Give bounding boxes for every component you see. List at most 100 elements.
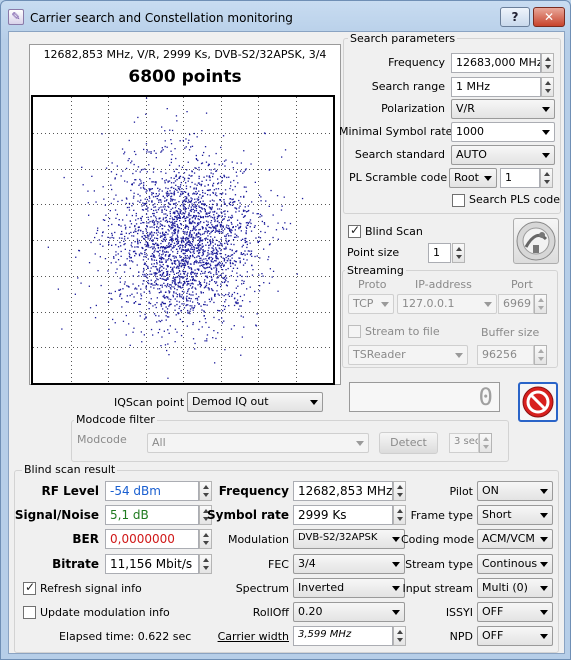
chevron-down-icon (540, 586, 548, 591)
refresh-signal-label: Refresh signal info (40, 582, 142, 595)
coding-mode-label: Coding mode (401, 533, 475, 546)
stream-type-value: Continous (482, 557, 538, 570)
file-value: TSReader (353, 348, 406, 361)
input-stream-label: Input stream (402, 582, 473, 595)
constellation-plot (31, 95, 335, 385)
carrier-width-label[interactable]: Carrier width (207, 630, 289, 643)
ip-address-select[interactable]: 127.0.0.1 (397, 294, 497, 314)
chevron-down-icon (484, 302, 492, 307)
pl-scramble-mode-select[interactable]: Root (449, 168, 497, 188)
frame-type-select[interactable]: Short (477, 505, 553, 525)
plot-header: 12682,853 MHz, V/R, 2999 Ks, DVB-S2/32AP… (43, 48, 327, 61)
pilot-select[interactable]: ON (477, 481, 553, 501)
ip-header: IP-address (415, 278, 472, 291)
stream-to-file-checkbox[interactable] (348, 325, 361, 338)
modulation-select[interactable]: DVB-S2/32APSK (293, 529, 405, 549)
search-pls-checkbox[interactable] (452, 194, 465, 207)
chevron-down-icon (540, 634, 548, 639)
result-frequency-value: 12682,853 MHz (293, 481, 393, 501)
detect-button[interactable]: Detect (379, 432, 438, 454)
min-symbol-rate-select[interactable]: 1000 (451, 122, 555, 142)
bitrate-value: 11,156 Mbit/s (105, 554, 199, 574)
point-size-input[interactable]: 1 (428, 243, 451, 263)
min-symbol-rate-label: Minimal Symbol rate (339, 125, 453, 138)
update-modulation-checkbox[interactable] (23, 606, 36, 619)
modcode-filter-title: Modcode filter (74, 413, 157, 426)
frame-type-label: Frame type (410, 509, 473, 522)
search-standard-value: AUTO (456, 148, 487, 161)
chevron-down-icon (540, 562, 548, 567)
counter-display: 0 (349, 382, 500, 412)
pl-scramble-input[interactable]: 1 (500, 168, 540, 188)
fec-select[interactable]: 3/4 (293, 554, 405, 574)
snr-value: 5,1 dB (105, 505, 199, 525)
result-frequency-label: Frequency (218, 484, 289, 498)
search-range-input[interactable]: 1 MHz (451, 77, 541, 97)
pl-scramble-spinner[interactable] (540, 168, 553, 188)
iqscan-select[interactable]: Demod IQ out (187, 392, 323, 412)
search-range-spinner[interactable] (541, 77, 554, 97)
search-parameters-title: Search parameters (348, 32, 458, 45)
chevron-down-icon (392, 610, 400, 615)
issyi-select[interactable]: OFF (477, 602, 553, 622)
symbol-rate-value: 2999 Ks (293, 505, 393, 525)
rolloff-select[interactable]: 0.20 (293, 602, 405, 622)
constellation-points (47, 97, 304, 379)
chevron-down-icon (542, 153, 550, 158)
help-button[interactable]: ? (500, 7, 530, 27)
timeout-spinner[interactable] (479, 433, 492, 453)
search-standard-select[interactable]: AUTO (451, 145, 555, 165)
stream-type-label: Stream type (405, 558, 473, 571)
search-pls-label: Search PLS code (469, 193, 561, 206)
polarization-select[interactable]: V/R (451, 99, 555, 119)
frequency-label: Frequency (388, 56, 445, 69)
issyi-value: OFF (482, 605, 504, 618)
search-range-label: Search range (371, 80, 445, 93)
modcode-value: All (152, 436, 166, 449)
satellite-dish-icon (516, 221, 556, 261)
port-input[interactable]: 6969 (498, 294, 534, 314)
satellite-scan-button[interactable] (513, 218, 559, 264)
coding-mode-select[interactable]: ACM/VCM (477, 529, 553, 549)
pilot-label: Pilot (449, 485, 473, 498)
timeout-input[interactable]: 3 sec (449, 433, 479, 453)
input-stream-select[interactable]: Multi (0) (477, 578, 553, 598)
polarization-value: V/R (456, 102, 475, 115)
frequency-spinner[interactable] (541, 53, 554, 73)
blind-scan-checkbox[interactable] (348, 223, 361, 238)
min-symbol-rate-value: 1000 (456, 125, 484, 138)
npd-select[interactable]: OFF (477, 626, 553, 646)
chevron-down-icon (542, 130, 550, 135)
stop-button[interactable] (518, 382, 558, 422)
input-stream-value: Multi (0) (482, 581, 528, 594)
buffer-size-input[interactable]: 96256 (477, 345, 534, 365)
fec-value: 3/4 (298, 557, 316, 570)
proto-select[interactable]: TCP (348, 294, 394, 314)
window-title: Carrier search and Constellation monitor… (30, 11, 293, 25)
point-size-spinner[interactable] (452, 243, 465, 263)
update-modulation-label: Update modulation info (40, 606, 170, 619)
refresh-signal-checkbox[interactable] (23, 580, 36, 595)
buffer-size-spinner[interactable] (534, 345, 547, 365)
port-spinner[interactable] (534, 294, 547, 314)
npd-value: OFF (482, 629, 504, 642)
pl-scramble-label: PL Scramble code (349, 171, 448, 184)
constellation-svg (33, 97, 333, 383)
buffer-size-label: Buffer size (481, 326, 540, 339)
frequency-input[interactable]: 12683,000 MHz (451, 53, 541, 73)
ip-address-value: 127.0.0.1 (402, 297, 455, 310)
stream-type-select[interactable]: Continous (477, 554, 553, 574)
chevron-down-icon (392, 586, 400, 591)
proto-value: TCP (353, 297, 374, 310)
blind-scan-result-title: Blind scan result (22, 463, 118, 476)
rf-level-label: RF Level (41, 484, 99, 498)
result-frequency-spinner[interactable] (393, 481, 406, 501)
stream-to-file-label: Stream to file (365, 325, 440, 338)
spectrum-select[interactable]: Inverted (293, 578, 405, 598)
modcode-select[interactable]: All (147, 433, 369, 453)
snr-label: Signal/Noise (14, 508, 99, 522)
close-button[interactable]: ✕ (533, 7, 565, 27)
file-select[interactable]: TSReader (348, 345, 468, 365)
chevron-down-icon (540, 513, 548, 518)
title-bar[interactable]: ✎ Carrier search and Constellation monit… (1, 1, 570, 31)
